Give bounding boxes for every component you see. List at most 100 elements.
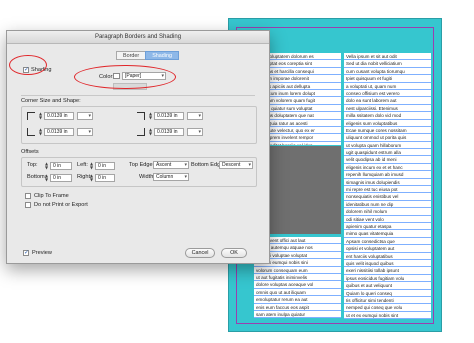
text-line: cum cusant volupta tiorumqu <box>344 67 431 76</box>
text-line: milla ssitatem dolo vid mod <box>344 112 431 120</box>
corner-section-label: Corner Size and Shape: <box>21 98 81 104</box>
top-edge-label: Top Edge: <box>129 162 155 168</box>
annotation-ellipse-color <box>74 65 176 89</box>
text-line: quibus et aut veliquunt <box>344 282 431 290</box>
text-line: volorum consequam eum <box>254 266 341 274</box>
tab-bar: Border Shading <box>116 51 179 60</box>
text-line: quis velit isquod quibus <box>344 259 431 268</box>
text-line: exeri nissitiisi tollab ipsunt <box>344 267 431 275</box>
clip-to-frame-checkbox[interactable] <box>25 193 31 199</box>
chevron-down-icon: ▾ <box>184 162 187 168</box>
text-line: enis eum faccus eos aspit <box>254 303 341 311</box>
text-line: conseo offisium est verero <box>344 89 431 98</box>
preview-label: Preview <box>32 250 52 256</box>
text-line: nonsequiatis enistibus vel <box>344 193 431 201</box>
offset-top-field[interactable]: 0 in <box>50 162 72 170</box>
stepper-icon[interactable]: ▲ ▼ <box>89 174 94 182</box>
text-line: ent harciis voluptatibus <box>344 252 431 260</box>
chevron-down-icon: ▾ <box>198 113 201 119</box>
stepper-icon[interactable]: ▲ ▼ <box>38 112 43 120</box>
ok-button[interactable]: OK <box>221 248 247 258</box>
do-not-print-checkbox[interactable] <box>25 202 31 208</box>
dialog-title: Paragraph Borders and Shading <box>7 31 269 44</box>
text-line: simagnis imus dolupiendis <box>344 178 431 187</box>
top-edge-select[interactable]: Ascent ▾ <box>153 161 189 169</box>
text-line: apienim quatur etaspa <box>344 222 431 231</box>
text-line: omnis quo ut aut iliquam <box>254 288 341 297</box>
corner-bottomright-shape[interactable]: ▾ <box>187 128 203 136</box>
corner-topleft-shape[interactable]: ▾ <box>77 112 93 120</box>
chevron-down-icon: ▾ <box>198 129 201 135</box>
annotation-ellipse-shading <box>9 55 47 75</box>
corner-topleft-icon <box>27 112 35 120</box>
text-line: ipsus eosicidus fugitiam volu <box>344 274 431 283</box>
corner-bottomright-size[interactable]: 0.0139 in <box>154 128 184 136</box>
text-line: odi sitiae vent volo <box>344 215 431 223</box>
text-line: nest ulparciissi. Etenimus <box>344 104 431 113</box>
chevron-down-icon: ▾ <box>88 113 91 119</box>
text-line: Ipiet quisquum et fugiti <box>344 75 431 83</box>
corner-topright-size[interactable]: 0.0139 in <box>154 112 184 120</box>
text-line: dolore voluptas aceaque vol <box>254 281 341 289</box>
text-line: opsisi et voluptatem aut <box>344 245 431 253</box>
chevron-down-icon: ▾ <box>248 162 251 168</box>
tab-border[interactable]: Border <box>116 51 147 60</box>
offset-bottom-field[interactable]: 0 in <box>50 174 72 182</box>
corner-bottomright-icon <box>137 128 145 136</box>
text-line: idenitatibus num ne dip <box>344 200 431 209</box>
bottom-edge-value: Descent <box>222 162 241 168</box>
stepper-icon[interactable]: ▲ ▼ <box>44 174 49 182</box>
corner-topright-shape[interactable]: ▾ <box>187 112 203 120</box>
stepper-icon[interactable]: ▲ ▼ <box>148 128 153 136</box>
chevron-down-icon: ▾ <box>88 129 91 135</box>
do-not-print-label: Do not Print or Export <box>34 202 88 208</box>
corner-bottomleft-size[interactable]: 0.0139 in <box>44 128 74 136</box>
preview-checkbox[interactable] <box>23 249 29 256</box>
text-line: Iis officitur simi tendenti <box>344 296 431 305</box>
stepper-icon[interactable]: ▲ ▼ <box>148 112 153 120</box>
section-divider <box>21 95 255 96</box>
chevron-down-icon: ▾ <box>184 174 187 180</box>
text-line: eligenis incum ex et et hanc <box>344 163 431 172</box>
corner-bottomleft-shape[interactable]: ▾ <box>77 128 93 136</box>
corner-topright-icon <box>137 112 145 120</box>
bottom-edge-select[interactable]: Descent ▾ <box>219 161 253 169</box>
stepper-icon[interactable]: ▲ ▼ <box>89 162 94 170</box>
stepper-icon[interactable]: ▲ ▼ <box>38 128 43 136</box>
text-line: nemped qui coseq que volu <box>344 304 431 312</box>
text-line: emoluptatur rerum ea aut <box>254 296 341 304</box>
text-line: velit quodipsa ab id meni <box>344 156 431 164</box>
text-line: ut aut fugitatis iniminvelis <box>254 273 341 282</box>
text-line: dolorem nihil molum <box>344 208 431 216</box>
text-column-right: Vella ipsum et sit aut odit Sed ut dia no… <box>344 53 431 319</box>
clip-to-frame-label: Clip To Frame <box>34 193 69 199</box>
text-line: Sed ut dia nobit velliciatium <box>344 60 431 68</box>
text-line: mi repre est tuc eiusa pot <box>344 186 431 194</box>
corner-bottomleft-icon <box>27 128 35 136</box>
offset-left-field[interactable]: 0 in <box>95 162 115 170</box>
text-line: uliquunt ommod ut porita quis <box>344 134 431 142</box>
text-line: Quiam lo queri conseq <box>344 289 431 297</box>
text-line: ugit quaspidunt estrum alla <box>344 149 431 157</box>
text-line: mimo quas vitatemquia <box>344 230 431 238</box>
tab-shading[interactable]: Shading <box>145 51 179 60</box>
offsets-section-label: Offsets <box>21 149 39 155</box>
cancel-button[interactable]: Cancel <box>185 248 215 258</box>
offset-right-field[interactable]: 0 in <box>95 174 115 182</box>
text-line: Vella ipsum et sit aut odit <box>344 53 431 61</box>
width-value: Column <box>156 174 174 180</box>
text-line: ut et ex eumqui nobis sint <box>344 311 431 319</box>
offset-top-label: Top: <box>27 162 38 168</box>
text-line: Apsam consedictsa que <box>344 237 431 246</box>
text-line: sam atem inulpa quiatur <box>254 310 341 319</box>
corner-topleft-size[interactable]: 0.0139 in <box>44 112 74 120</box>
text-line: a voluptati ut, quam num <box>344 82 431 90</box>
width-select[interactable]: Column ▾ <box>153 173 189 181</box>
text-line: Ecae numque cores nossitam <box>344 126 431 135</box>
text-line: dolo ea sunt laborem aut <box>344 97 431 105</box>
text-line: ut volupta quam hillaborum <box>344 141 431 150</box>
offset-left-label: Left: <box>77 162 88 168</box>
stepper-icon[interactable]: ▲ ▼ <box>44 162 49 170</box>
text-line: eligenis sum voluptatibus <box>344 119 431 127</box>
text-line: repenih llumquiam ab imusd <box>344 171 431 179</box>
